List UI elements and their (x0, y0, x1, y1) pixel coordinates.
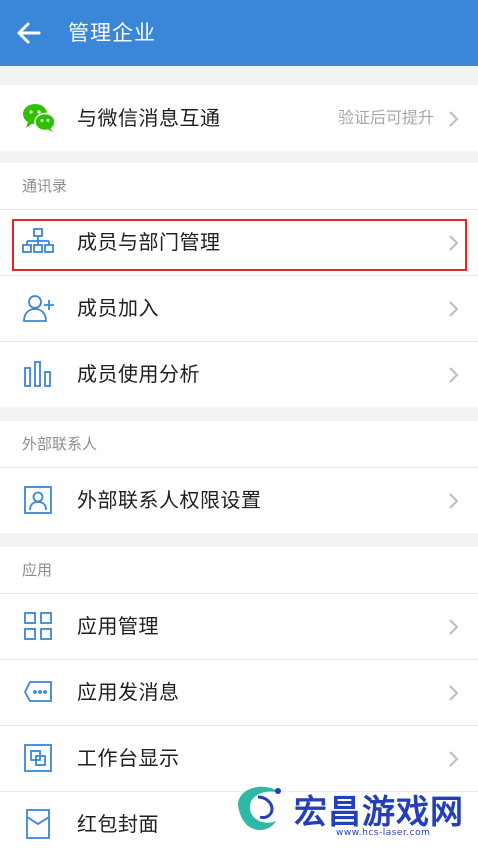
apps-section-label: 应用 (22, 561, 53, 579)
app-send-message-label: 应用发消息 (77, 680, 180, 704)
external-contacts-section: 外部联系人 外部联系人权限设置 (0, 421, 478, 533)
message-bubble-icon (22, 676, 54, 708)
external-permission-row[interactable]: 外部联系人权限设置 (0, 467, 478, 533)
wechat-icon (22, 102, 56, 134)
divider (0, 725, 478, 726)
chevron-right-icon (448, 110, 460, 128)
chevron-right-icon (448, 234, 460, 252)
member-usage-analysis-label: 成员使用分析 (77, 362, 200, 386)
divider (0, 209, 478, 210)
wechat-interop-row[interactable]: 与微信消息互通 验证后可提升 (0, 85, 478, 151)
chevron-right-icon (448, 684, 460, 702)
add-person-icon (22, 292, 54, 324)
external-permission-label: 外部联系人权限设置 (77, 488, 262, 512)
chevron-right-icon (448, 366, 460, 384)
watermark-url: www.hcs-laser.com (336, 828, 431, 838)
watermark-text: 宏昌游戏网 (294, 792, 464, 831)
app-management-label: 应用管理 (77, 614, 159, 638)
external-section-label: 外部联系人 (22, 435, 98, 453)
window-stack-icon (22, 742, 54, 774)
app-send-message-row[interactable]: 应用发消息 (0, 659, 478, 725)
members-departments-row[interactable]: 成员与部门管理 (0, 209, 478, 275)
wechat-interop-status: 验证后可提升 (337, 108, 434, 127)
dragon-logo-icon (238, 786, 281, 831)
envelope-icon (22, 808, 54, 840)
contact-card-icon (22, 484, 54, 516)
divider (0, 341, 478, 342)
watermark: 宏昌游戏网 www.hcs-laser.com (228, 775, 478, 845)
wechat-interop-label: 与微信消息互通 (77, 106, 221, 130)
chevron-right-icon (448, 750, 460, 768)
members-join-row[interactable]: 成员加入 (0, 275, 478, 341)
grid-icon (22, 610, 54, 642)
divider (0, 593, 478, 594)
contacts-section-label: 通讯录 (22, 177, 68, 195)
app-management-row[interactable]: 应用管理 (0, 593, 478, 659)
back-arrow-icon[interactable] (14, 18, 44, 48)
workbench-display-label: 工作台显示 (77, 746, 180, 770)
chevron-right-icon (448, 300, 460, 318)
divider (0, 659, 478, 660)
divider (0, 275, 478, 276)
bar-chart-icon (22, 358, 54, 390)
chevron-right-icon (448, 492, 460, 510)
org-chart-icon (22, 226, 54, 258)
members-join-label: 成员加入 (77, 296, 159, 320)
red-packet-cover-label: 红包封面 (77, 812, 159, 836)
wechat-section: 与微信消息互通 验证后可提升 (0, 85, 478, 151)
chevron-right-icon (448, 618, 460, 636)
member-usage-analysis-row[interactable]: 成员使用分析 (0, 341, 478, 407)
page-title: 管理企业 (68, 21, 156, 45)
app-bar: 管理企业 (0, 0, 478, 66)
members-departments-label: 成员与部门管理 (77, 230, 221, 254)
contacts-section: 通讯录 成员与部门管理 成员加入 成员使用分析 (0, 163, 478, 407)
